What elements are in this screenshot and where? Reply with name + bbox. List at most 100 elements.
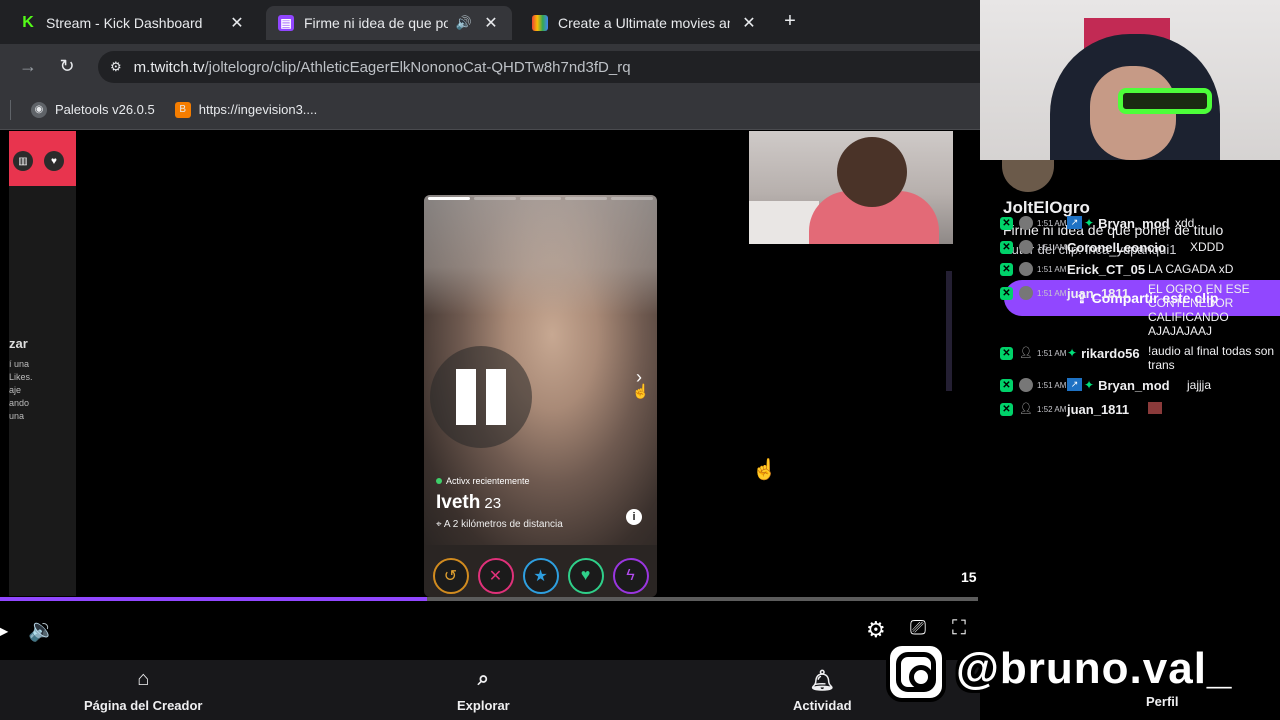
url-text: m.twitch.tv/joltelogro/clip/AthleticEage…: [134, 59, 631, 76]
person-icon: 👤︎: [1019, 347, 1033, 359]
badge-icon: ↗: [1067, 216, 1082, 229]
user-avatar: [1019, 240, 1033, 254]
seek-bar[interactable]: [0, 597, 978, 601]
moderator-icon: ✕: [1000, 347, 1013, 360]
moderator-icon: ✕: [1000, 287, 1013, 300]
twitch-icon: ▤: [278, 15, 294, 31]
chat-user[interactable]: Bryan_mod: [1098, 216, 1170, 231]
sparkle-icon: ✦: [1084, 216, 1095, 230]
chat-user[interactable]: juan_1811: [1067, 402, 1129, 417]
tab-kick-dashboard[interactable]: K Stream - Kick Dashboard ✕: [8, 6, 258, 40]
sparkle-icon: ✦: [1067, 346, 1078, 360]
chat-user[interactable]: rikardo56: [1081, 346, 1140, 361]
bookmark-ingevision[interactable]: B https://ingevision3....: [174, 101, 318, 118]
home-icon: ⌂: [137, 668, 150, 690]
search-icon: ⌕: [477, 668, 489, 690]
like-icon[interactable]: ♥: [567, 558, 604, 594]
instagram-icon-inner: [896, 652, 936, 692]
chat-user[interactable]: Erick_CT_05: [1067, 262, 1145, 277]
chat-time: 1:51 AM: [1037, 219, 1067, 228]
green-dot-icon: [436, 478, 442, 484]
address-bar[interactable]: ⚙ m.twitch.tv/joltelogro/clip/AthleticEa…: [98, 51, 980, 83]
new-tab-plus-icon[interactable]: +: [778, 10, 802, 33]
nav-label: Actividad: [793, 698, 852, 713]
left-panel-line: í una: [9, 359, 30, 369]
nav-profile[interactable]: Perfil: [1146, 694, 1179, 709]
bookmark-separator: [10, 99, 11, 120]
channel-name[interactable]: JoltElOgro: [1003, 198, 1090, 218]
tab-twitch-clip[interactable]: ▤ Firme ni idea de que poner 🔊 ✕: [266, 6, 512, 40]
fullscreen-icon[interactable]: ⛶: [952, 617, 966, 640]
close-tab-icon[interactable]: ✕: [482, 13, 500, 33]
chat-user[interactable]: CoronelLeoncio: [1067, 240, 1166, 255]
photo-bar: [428, 197, 470, 200]
close-tab-icon[interactable]: ✕: [228, 13, 246, 33]
pause-bar: [456, 369, 476, 425]
superlike-icon[interactable]: ★: [522, 558, 559, 594]
nav-explore[interactable]: ⌕ Explorar: [457, 668, 510, 713]
nav-creator-page[interactable]: ⌂ Página del Creador: [84, 668, 202, 713]
emote-icon: [1148, 402, 1162, 414]
close-tab-icon[interactable]: ✕: [740, 13, 758, 33]
profile-distance: ⌖ A 2 kilómetros de distancia: [436, 519, 563, 530]
person-icon: 👤︎: [1019, 403, 1033, 415]
volume-icon[interactable]: 🔉: [28, 617, 55, 643]
side-scrollbar[interactable]: [946, 271, 952, 391]
bookmark-paletools[interactable]: ◉ Paletools v26.0.5: [31, 101, 155, 118]
reactor-webcam: [749, 131, 953, 244]
seek-bar-fill: [0, 597, 428, 601]
left-side-panel: ▥ ♥ zar í una Likes. aje ando una: [9, 131, 76, 596]
chat-message: ✕ 1:51 AM Erick_CT_05 LA CAGADA xD: [1000, 262, 1233, 277]
boost-icon[interactable]: ϟ: [612, 558, 649, 594]
photo-progress-bars: [428, 197, 653, 200]
cast-icon[interactable]: ⎚: [910, 617, 926, 640]
pause-icon[interactable]: [430, 346, 532, 448]
blogger-icon: B: [174, 101, 191, 118]
photo-bar: [611, 197, 653, 200]
moderator-icon: ✕: [1000, 217, 1013, 230]
tab-title: Create a Ultimate movies and li: [558, 15, 730, 31]
moderator-icon: ✕: [1000, 263, 1013, 276]
bookmark-label: https://ingevision3....: [198, 102, 318, 117]
gear-icon[interactable]: ⚙: [866, 617, 886, 643]
info-icon[interactable]: i: [626, 509, 642, 525]
chat-text: XDDD: [1190, 240, 1225, 254]
nope-icon[interactable]: ✕: [477, 558, 514, 594]
clip-player-area[interactable]: ▥ ♥ zar í una Likes. aje ando una › Acti…: [0, 131, 980, 660]
nav-label: Explorar: [457, 698, 510, 713]
instagram-icon: [886, 642, 946, 702]
site-info-icon[interactable]: ⚙: [110, 59, 122, 75]
left-panel-heading: zar: [9, 336, 28, 351]
active-status: Activx recientemente: [436, 476, 530, 486]
nav-label: Página del Creador: [84, 698, 203, 713]
chat-text: jajjja: [1187, 378, 1212, 392]
chat-user[interactable]: juan_1811: [1067, 286, 1129, 301]
moderator-icon: ✕: [1000, 241, 1013, 254]
speaker-icon[interactable]: 🔊: [456, 15, 472, 31]
chat-time: 1:51 AM: [1037, 381, 1067, 390]
play-icon[interactable]: ▶: [0, 621, 8, 641]
nav-activity[interactable]: 🔔︎ Actividad: [793, 668, 852, 713]
chat-message: ✕ 👤︎ 1:52 AM juan_1811: [1000, 402, 1162, 417]
clip-counter: 15: [961, 569, 977, 585]
reload-icon[interactable]: ↻: [55, 56, 79, 77]
active-status-text: Activx recientemente: [446, 476, 530, 486]
profile-name: Iveth 23: [436, 492, 501, 514]
channel-avatar[interactable]: [1002, 160, 1054, 192]
tab-ultimate-movies[interactable]: Create a Ultimate movies and li ✕: [520, 6, 770, 40]
chat-text: LA CAGADA xD: [1148, 262, 1234, 276]
hand-cursor-icon: ☝: [752, 459, 777, 481]
rewind-icon[interactable]: ↺: [432, 558, 469, 594]
left-panel-line: aje: [9, 385, 22, 395]
shield-icon: ♥: [44, 151, 64, 171]
chat-user[interactable]: Bryan_mod: [1098, 378, 1170, 393]
chat-message: ✕ 1:51 AM juan_1811 EL OGRO EN ESE CONTE…: [1000, 282, 1250, 338]
chat-message: ✕ 👤︎ 1:51 AM ✦ rikardo56 !audio al final…: [1000, 344, 1274, 372]
streamer-webcam: [980, 0, 1280, 160]
url-path: /joltelogro/clip/AthleticEagerElkNononoC…: [204, 58, 631, 76]
profile-distance-text: A 2 kilómetros de distancia: [443, 519, 563, 530]
left-panel-line: ando: [9, 398, 30, 408]
forward-arrow-icon[interactable]: →: [16, 56, 40, 77]
chat-message: ✕ 1:51 AM ↗ ✦ Bryan_mod jajjja: [1000, 378, 1211, 393]
user-avatar: [1019, 378, 1033, 392]
